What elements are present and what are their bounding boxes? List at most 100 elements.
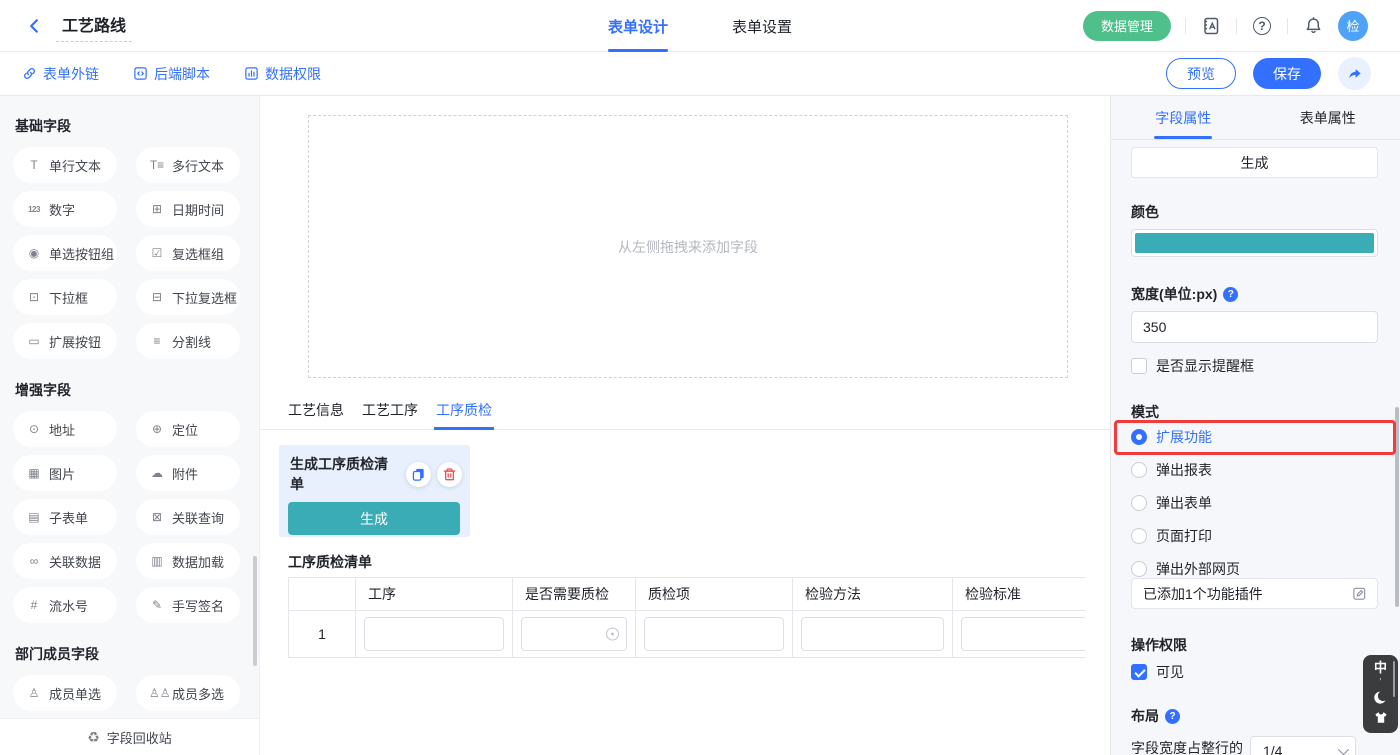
sidebar-item-member-multi[interactable]: ♙♙成员多选 bbox=[136, 675, 240, 711]
preview-button[interactable]: 预览 bbox=[1166, 58, 1236, 89]
radio-selected[interactable] bbox=[1131, 429, 1147, 445]
save-button[interactable]: 保存 bbox=[1253, 58, 1321, 89]
sidebar-item-select[interactable]: ⊡下拉框 bbox=[13, 279, 117, 315]
reminder-checkbox[interactable] bbox=[1131, 358, 1147, 374]
layout-help-icon[interactable]: ? bbox=[1165, 709, 1180, 724]
theme-toggle[interactable] bbox=[1373, 710, 1389, 726]
divider bbox=[1236, 18, 1237, 34]
selected-button-component[interactable]: 生成工序质检清单 生成 bbox=[279, 445, 470, 537]
mode-option-page-print[interactable]: 页面打印 bbox=[1131, 525, 1378, 547]
sidebar-item-signature[interactable]: ✎手写签名 bbox=[136, 587, 240, 623]
col-header-need-inspection: 是否需要质检 bbox=[513, 578, 636, 610]
sidebar-item-data-load[interactable]: ▥数据加载 bbox=[136, 543, 240, 579]
dark-mode-toggle[interactable] bbox=[1373, 690, 1389, 706]
sidebar-item-serial-number[interactable]: #流水号 bbox=[13, 587, 117, 623]
sidebar-item-address[interactable]: ⊙地址 bbox=[13, 411, 117, 447]
sidebar-scrollbar[interactable] bbox=[253, 556, 257, 666]
sidebar-item-subform[interactable]: ▤子表单 bbox=[13, 499, 117, 535]
mode-option-extend[interactable]: 扩展功能 bbox=[1131, 426, 1378, 448]
notification-bell-icon[interactable] bbox=[1302, 15, 1324, 37]
field-recycle-bin[interactable]: ♻ 字段回收站 bbox=[0, 718, 259, 755]
member-single-icon: ♙ bbox=[26, 686, 42, 700]
layout-width-select[interactable]: 1/4 bbox=[1250, 736, 1356, 755]
multi-line-text-icon: T≡ bbox=[149, 158, 165, 172]
permission-icon bbox=[244, 66, 259, 81]
component-title: 生成工序质检清单 bbox=[290, 454, 400, 494]
sidebar-item-relation-data[interactable]: ∞关联数据 bbox=[13, 543, 117, 579]
user-avatar[interactable]: 检 bbox=[1338, 11, 1368, 41]
visible-checkbox[interactable] bbox=[1131, 664, 1147, 680]
panel-scrollbar[interactable] bbox=[1395, 407, 1399, 607]
header-actions: 数据管理 ? 检 bbox=[1083, 11, 1368, 41]
extend-button-icon: ▭ bbox=[26, 334, 42, 348]
location-icon: ⊕ bbox=[149, 422, 165, 436]
tab-form-properties[interactable]: 表单属性 bbox=[1256, 96, 1400, 139]
sidebar-item-multi-line-text[interactable]: T≡多行文本 bbox=[136, 147, 240, 183]
mode-option-popup-report[interactable]: 弹出报表 bbox=[1131, 459, 1378, 481]
tab-step-inspection[interactable]: 工序质检 bbox=[436, 398, 492, 429]
sidebar-item-member-single[interactable]: ♙成员单选 bbox=[13, 675, 117, 711]
sidebar-item-divider-line[interactable]: ≡分割线 bbox=[136, 323, 240, 359]
width-input[interactable] bbox=[1131, 311, 1378, 343]
inspection-table-wrap: 工序 是否需要质检 质检项 检验方法 检验标准 1 bbox=[288, 577, 1085, 659]
sidebar-item-single-line-text[interactable]: T单行文本 bbox=[13, 147, 117, 183]
help-icon[interactable]: ? bbox=[1251, 15, 1273, 37]
mode-option-popup-form[interactable]: 弹出表单 bbox=[1131, 492, 1378, 514]
tab-process-info[interactable]: 工艺信息 bbox=[288, 398, 344, 429]
radio[interactable] bbox=[1131, 561, 1147, 577]
inspection-item-input[interactable] bbox=[644, 617, 784, 651]
language-toggle[interactable]: 中 bbox=[1374, 661, 1387, 674]
generate-button[interactable]: 生成 bbox=[288, 502, 460, 535]
inspection-standard-input[interactable] bbox=[961, 617, 1085, 651]
inspection-method-input[interactable] bbox=[801, 617, 944, 651]
visible-checkbox-row[interactable]: 可见 bbox=[1131, 662, 1378, 682]
row-index: 1 bbox=[289, 611, 356, 657]
delete-component-button[interactable] bbox=[437, 462, 462, 487]
canvas-drop-area[interactable]: 从左侧拖拽来添加字段 bbox=[308, 115, 1068, 378]
tab-form-settings[interactable]: 表单设置 bbox=[732, 0, 792, 52]
tab-form-design[interactable]: 表单设计 bbox=[608, 0, 668, 52]
tab-process-steps[interactable]: 工艺工序 bbox=[362, 398, 418, 429]
sidebar-item-location[interactable]: ⊕定位 bbox=[136, 411, 240, 447]
reminder-checkbox-row[interactable]: 是否显示提醒框 bbox=[1131, 356, 1378, 376]
edit-icon[interactable] bbox=[1352, 586, 1367, 601]
plugin-summary-field[interactable]: 已添加1个功能插件 bbox=[1131, 578, 1378, 609]
radio[interactable] bbox=[1131, 528, 1147, 544]
radio[interactable] bbox=[1131, 495, 1147, 511]
subform-icon: ▤ bbox=[26, 510, 42, 524]
share-button[interactable] bbox=[1338, 57, 1371, 90]
top-header: 工艺路线 表单设计 表单设置 数据管理 ? 检 bbox=[0, 0, 1400, 52]
back-button[interactable] bbox=[22, 14, 46, 38]
color-label: 颜色 bbox=[1131, 202, 1378, 222]
data-manage-button[interactable]: 数据管理 bbox=[1083, 11, 1171, 41]
sidebar-item-multi-select[interactable]: ⊟下拉复选框 bbox=[136, 279, 240, 315]
sidebar-item-number[interactable]: 123数字 bbox=[13, 191, 117, 227]
sidebar-item-relation-query[interactable]: ⊠关联查询 bbox=[136, 499, 240, 535]
width-help-icon[interactable]: ? bbox=[1223, 287, 1238, 302]
sidebar-item-attachment[interactable]: ☁附件 bbox=[136, 455, 240, 491]
mode-option-external-page[interactable]: 弹出外部网页 bbox=[1131, 558, 1378, 580]
chevron-down-icon bbox=[1338, 744, 1349, 755]
backend-script-link[interactable]: 后端脚本 bbox=[133, 64, 210, 84]
sidebar-item-image[interactable]: ▦图片 bbox=[13, 455, 117, 491]
signature-icon: ✎ bbox=[149, 598, 165, 612]
color-picker[interactable] bbox=[1131, 229, 1378, 257]
sidebar-item-extend-button[interactable]: ▭扩展按钮 bbox=[13, 323, 117, 359]
relation-query-icon: ⊠ bbox=[149, 510, 165, 524]
datetime-icon: ⊞ bbox=[149, 202, 165, 216]
tab-field-properties[interactable]: 字段属性 bbox=[1111, 96, 1256, 139]
sidebar-item-checkbox-group[interactable]: ☑复选框组 bbox=[136, 235, 240, 271]
sidebar-item-radio-group[interactable]: ◉单选按钮组 bbox=[13, 235, 117, 271]
sidebar-item-datetime[interactable]: ⊞日期时间 bbox=[136, 191, 240, 227]
table-header-row: 工序 是否需要质检 质检项 检验方法 检验标准 bbox=[289, 578, 1085, 611]
translate-icon[interactable] bbox=[1200, 15, 1222, 37]
data-permission-link[interactable]: 数据权限 bbox=[244, 64, 321, 84]
button-text-field[interactable]: 生成 bbox=[1131, 147, 1378, 178]
back-chevron-icon bbox=[25, 17, 43, 35]
radio[interactable] bbox=[1131, 462, 1147, 478]
page-title[interactable]: 工艺路线 bbox=[56, 10, 132, 42]
copy-component-button[interactable] bbox=[406, 462, 431, 487]
form-external-link[interactable]: 表单外链 bbox=[22, 64, 99, 84]
col-header-index bbox=[289, 578, 356, 610]
process-input[interactable] bbox=[364, 617, 504, 651]
